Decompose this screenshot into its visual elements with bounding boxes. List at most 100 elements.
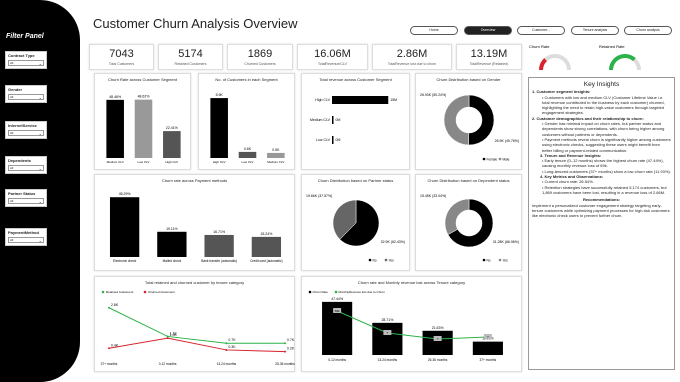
kpi-label: Total Customers xyxy=(108,62,135,66)
filter-label: Contract Type xyxy=(8,53,35,58)
filter-payment-method: PaymentMethod All ⌄ xyxy=(5,228,47,246)
data-label: 0.7K xyxy=(287,338,295,342)
contract-type-dropdown[interactable]: All ⌄ xyxy=(8,60,44,66)
nav-home-button[interactable]: Home xyxy=(410,26,458,35)
line-data-label: 69k xyxy=(335,309,340,313)
tick-label: 37+ months xyxy=(101,362,118,366)
tick-label: 13-24 months xyxy=(378,358,398,362)
tick-label: Bank transfer (automatic) xyxy=(201,259,237,263)
chart-bar xyxy=(204,234,234,257)
kpi-label: Churned Customers xyxy=(244,62,276,66)
data-label: 0.7K xyxy=(228,338,236,342)
tick-label: High CLV xyxy=(315,98,330,102)
insight-line: • Payment methods reveal churn is signif… xyxy=(542,136,671,153)
chevron-down-icon: ⌄ xyxy=(38,131,42,136)
kpi-label: TotalRevenue/CLV xyxy=(318,62,347,66)
tick-label: Low CLV xyxy=(316,138,331,142)
legend-marker xyxy=(143,290,147,294)
chart-customers-by-segment: No. of Customers in each Segment 5.9K Hig… xyxy=(198,73,295,170)
data-label: 1.0K xyxy=(170,333,178,337)
chart-revenue-by-segment: Total revenue across Customer Segment Hi… xyxy=(301,73,410,170)
filter-gender: Gender All ⌄ xyxy=(5,85,47,103)
chart-bar xyxy=(332,136,334,144)
pie-slice xyxy=(443,94,470,146)
filter-label: Partner Status xyxy=(8,191,36,196)
chart-bar xyxy=(157,231,187,257)
chart-bar xyxy=(134,99,153,158)
data-label: 0.6K xyxy=(244,147,252,151)
data-label: 15.45K (33.04%) xyxy=(420,194,446,198)
tick-label: 0-12 months xyxy=(328,358,346,362)
chevron-down-icon: ⌄ xyxy=(38,166,42,171)
gauges: Churn Rate Retained Rate xyxy=(529,44,641,71)
churn-gauge-title: Churn Rate xyxy=(529,44,550,49)
partner-status-dropdown[interactable]: All ⌄ xyxy=(8,198,44,204)
tick-label: Low CLV xyxy=(242,160,254,164)
tenure-lines: Retained Customers2.8K1.1K0.7K 0.7KChurne… xyxy=(101,290,296,366)
legend-label: Churn Rate xyxy=(313,290,329,294)
legend-marker xyxy=(482,258,486,262)
gender-donut: 26.93K (50.24%) 26.9K (49.76%) Female Male xyxy=(420,93,519,161)
dependents-dropdown[interactable]: All ⌄ xyxy=(8,165,44,171)
data-label: 0.5K xyxy=(272,148,280,152)
data-point xyxy=(225,348,228,351)
kpi-label: TotalRevenue lost due to churn xyxy=(387,62,437,66)
tick-label: 37+ months xyxy=(480,358,497,362)
legend-label: No xyxy=(373,258,377,262)
nav-overview-button[interactable]: Overview xyxy=(464,26,512,35)
internet-service-dropdown[interactable]: All ⌄ xyxy=(8,130,44,136)
chart-bar xyxy=(332,116,334,124)
chart-bar xyxy=(106,99,124,158)
payment-method-dropdown[interactable]: All ⌄ xyxy=(8,237,44,243)
key-insights-panel: Key Insights 1. Customer segment Insight… xyxy=(528,77,675,370)
series-line xyxy=(108,307,285,344)
nav-churn-button[interactable]: Churn analysis xyxy=(624,26,672,35)
data-label: 0M xyxy=(336,118,341,122)
legend-label: MonthlyRevenue lost due to Churn xyxy=(339,290,386,294)
chart-bar xyxy=(267,152,285,158)
legend-label: Male xyxy=(503,157,510,161)
kpi-value: 7043 xyxy=(109,48,134,60)
legend-marker xyxy=(101,290,105,294)
tick-label: 0-12 months xyxy=(159,362,177,366)
chevron-down-icon: ⌄ xyxy=(38,238,42,243)
chart-churn-by-segment: Churn Rate across Customer Segment 48.46… xyxy=(94,73,191,170)
kpi-revenue-retained: 13.19M TotalRevenue (Retained) xyxy=(456,44,522,70)
payment-bars: 45.29% Electronic check 19.11% Mailed check… xyxy=(109,192,283,263)
kpi-value: 5174 xyxy=(178,48,203,60)
legend-label: Churned Customers xyxy=(148,290,175,294)
data-label: 5.9K xyxy=(216,93,224,97)
data-label: 21.63% xyxy=(432,326,444,330)
tick-label: Medium CLV xyxy=(310,118,331,122)
tick-label: 25-36 months xyxy=(275,362,295,366)
data-point xyxy=(284,350,286,353)
filter-panel-title: Filter Panel xyxy=(6,33,44,40)
legend-marker xyxy=(498,258,502,262)
data-label: 31.28K (66.96%) xyxy=(493,240,519,244)
data-label: 19.66K (37.57%) xyxy=(306,194,332,198)
chart-churn-by-dependents: Churn Distribution based on Dependent st… xyxy=(415,174,522,271)
data-point xyxy=(284,342,286,345)
tick-label: 13-24 months xyxy=(217,362,237,366)
data-label: 28.71% xyxy=(381,318,393,322)
kpi-value: 13.19M xyxy=(470,48,508,60)
nav-customer-button[interactable]: Customer... xyxy=(517,26,565,35)
kpi-value: 16.06M xyxy=(314,48,351,60)
gender-dropdown[interactable]: All ⌄ xyxy=(8,94,44,100)
filter-label: PaymentMethod xyxy=(8,230,39,235)
chart-bar xyxy=(332,96,389,104)
retained-gauge-title: Retained Rate xyxy=(599,44,625,49)
nav-tenure-button[interactable]: Tenure analysis xyxy=(571,26,619,35)
legend-marker xyxy=(334,290,338,294)
chart-bar xyxy=(109,197,140,257)
data-label: 0M xyxy=(336,138,341,142)
legend-marker xyxy=(384,258,388,262)
legend-label: Yes xyxy=(389,258,395,262)
tick-label: Credit card (automatic) xyxy=(250,259,282,263)
filter-dependents: Dependents All ⌄ xyxy=(5,156,47,174)
data-label: 0.3K xyxy=(228,345,236,349)
data-point xyxy=(225,342,228,345)
chart-bar xyxy=(251,236,282,257)
data-label: 26.9K (49.76%) xyxy=(495,139,519,143)
filter-label: Dependents xyxy=(8,158,31,163)
